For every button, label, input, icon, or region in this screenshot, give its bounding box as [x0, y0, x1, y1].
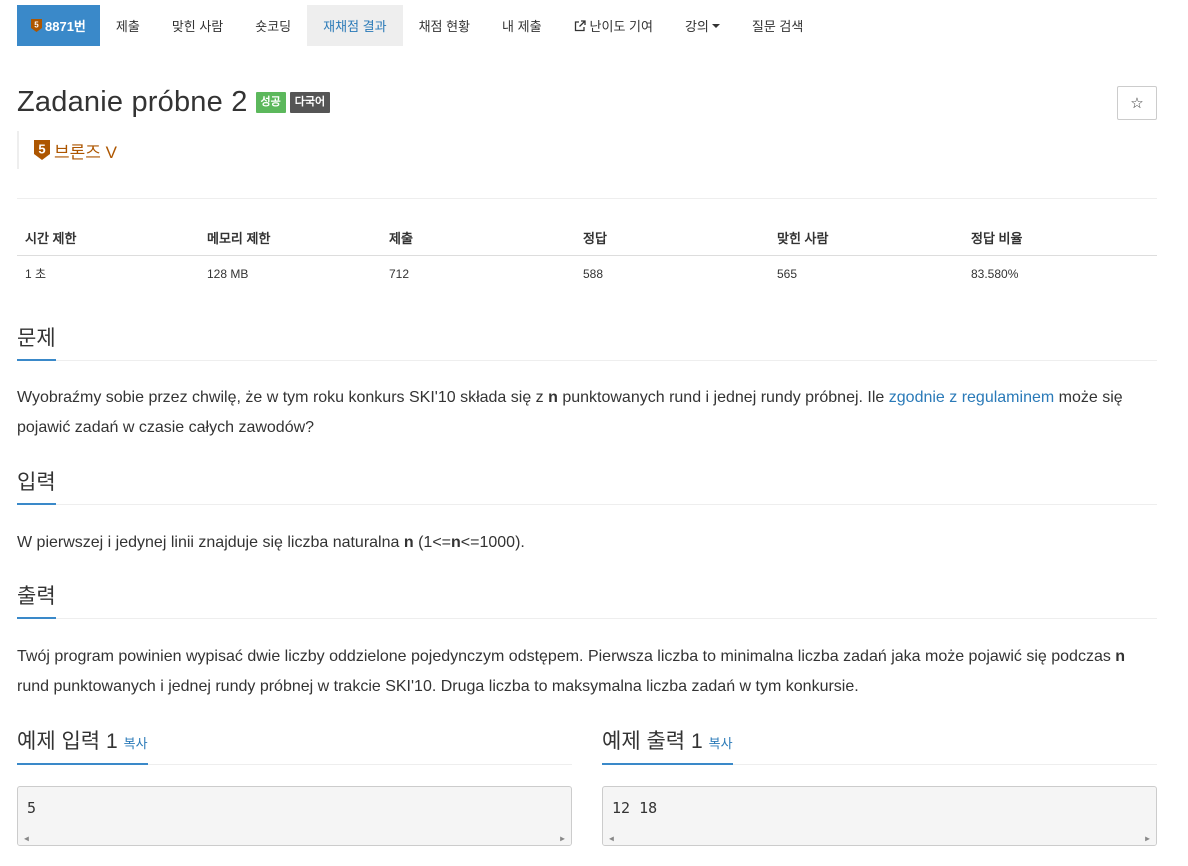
- external-link-icon: [574, 19, 586, 31]
- accept-ratio-value: 83.580%: [971, 266, 1019, 281]
- star-icon: ☆: [1130, 95, 1144, 112]
- header-accept-ratio: 정답 비율: [963, 220, 1157, 256]
- problem-title: Zadanie próbne 2: [17, 86, 248, 118]
- solved-users-value: 565: [777, 266, 798, 281]
- nav-question-search[interactable]: 질문 검색: [736, 5, 819, 46]
- problem-menu: 5 8871번 제출 맞힌 사람 숏코딩 재채점 결과 채점 현황 내 제출 난…: [17, 5, 819, 46]
- favorite-star-button[interactable]: ☆: [1117, 86, 1157, 120]
- header-time-limit: 시간 제한: [17, 220, 199, 256]
- success-badge: 성공: [255, 92, 286, 113]
- multilang-badge: 다국어: [289, 92, 331, 113]
- divider: [17, 198, 1157, 199]
- scroll-right-arrow-icon[interactable]: ▶: [1145, 834, 1150, 843]
- sample-input-value: 5: [27, 799, 37, 817]
- sample-output-value: 12 18: [612, 799, 658, 817]
- nav-lectures-label: 강의: [684, 19, 709, 34]
- bronze-tier-icon: 5: [34, 140, 50, 160]
- output-heading: 출력: [17, 580, 1157, 619]
- sample-output-title: 예제 출력 1 복사: [602, 725, 733, 765]
- sample-input-heading: 예제 입력 1 복사: [17, 725, 572, 765]
- output-text: Twój program powinien wypisać dwie liczb…: [17, 648, 1126, 695]
- submissions-value: 712: [389, 266, 410, 281]
- table-row: 1 초 128 MB 712 588 565 83.580%: [17, 256, 1157, 292]
- problem-tier: 5 브론즈 V: [17, 131, 117, 169]
- problem-title-row: Zadanie próbne 2 성공 다국어: [17, 86, 331, 119]
- horizontal-scrollbar[interactable]: ◀ ▶: [18, 831, 571, 845]
- header-solved-users: 맞힌 사람: [769, 220, 963, 256]
- sample-output-heading: 예제 출력 1 복사: [602, 725, 1157, 765]
- memory-limit-value: 128 MB: [207, 266, 249, 281]
- scroll-left-arrow-icon[interactable]: ◀: [609, 834, 614, 843]
- nav-rejudge-results[interactable]: 재채점 결과: [307, 5, 403, 46]
- header-accepted: 정답: [575, 220, 769, 256]
- rules-link[interactable]: zgodnie z regulaminem: [889, 389, 1054, 406]
- tier-label[interactable]: 브론즈 V: [54, 138, 117, 163]
- bronze-tier-icon: 5: [31, 19, 42, 32]
- sample-input-box[interactable]: 5 ◀ ▶: [17, 786, 572, 846]
- nav-short-coding[interactable]: 숏코딩: [239, 5, 307, 46]
- copy-sample-output-button[interactable]: 복사: [709, 736, 733, 751]
- caret-down-icon: [711, 24, 720, 28]
- accepted-value: 588: [583, 266, 604, 281]
- copy-sample-input-button[interactable]: 복사: [124, 736, 148, 751]
- problem-number-tab[interactable]: 5 8871번: [17, 5, 100, 46]
- scroll-left-arrow-icon[interactable]: ◀: [24, 834, 29, 843]
- problem-info-table: 시간 제한 메모리 제한 제출 정답 맞힌 사람 정답 비율 1 초 128 M…: [17, 220, 1157, 292]
- header-memory-limit: 메모리 제한: [199, 220, 381, 256]
- header-submissions: 제출: [381, 220, 575, 256]
- nav-judge-status[interactable]: 채점 현황: [403, 5, 486, 46]
- svg-text:5: 5: [34, 21, 39, 30]
- time-limit-value: 1 초: [25, 267, 47, 282]
- nav-solved-users[interactable]: 맞힌 사람: [156, 5, 239, 46]
- nav-my-submissions[interactable]: 내 제출: [486, 5, 558, 46]
- nav-difficulty-contribution[interactable]: 난이도 기여: [558, 5, 669, 46]
- description-title: 문제: [17, 322, 56, 361]
- input-heading: 입력: [17, 466, 1157, 505]
- nav-difficulty-label: 난이도 기여: [589, 19, 653, 34]
- input-text: W pierwszej i jedynej linii znajduje się…: [17, 534, 525, 551]
- scroll-right-arrow-icon[interactable]: ▶: [560, 834, 565, 843]
- output-title: 출력: [17, 580, 56, 619]
- nav-lectures-dropdown[interactable]: 강의: [669, 5, 736, 46]
- description-heading: 문제: [17, 322, 1157, 361]
- svg-text:5: 5: [38, 142, 45, 157]
- description-text: Wyobraźmy sobie przez chwilę, że w tym r…: [17, 389, 1123, 436]
- sample-output-box[interactable]: 12 18 ◀ ▶: [602, 786, 1157, 846]
- nav-submit[interactable]: 제출: [100, 5, 156, 46]
- horizontal-scrollbar[interactable]: ◀ ▶: [603, 831, 1156, 845]
- sample-input-title: 예제 입력 1 복사: [17, 725, 148, 765]
- input-title: 입력: [17, 466, 56, 505]
- problem-number-label: 8871번: [45, 19, 86, 34]
